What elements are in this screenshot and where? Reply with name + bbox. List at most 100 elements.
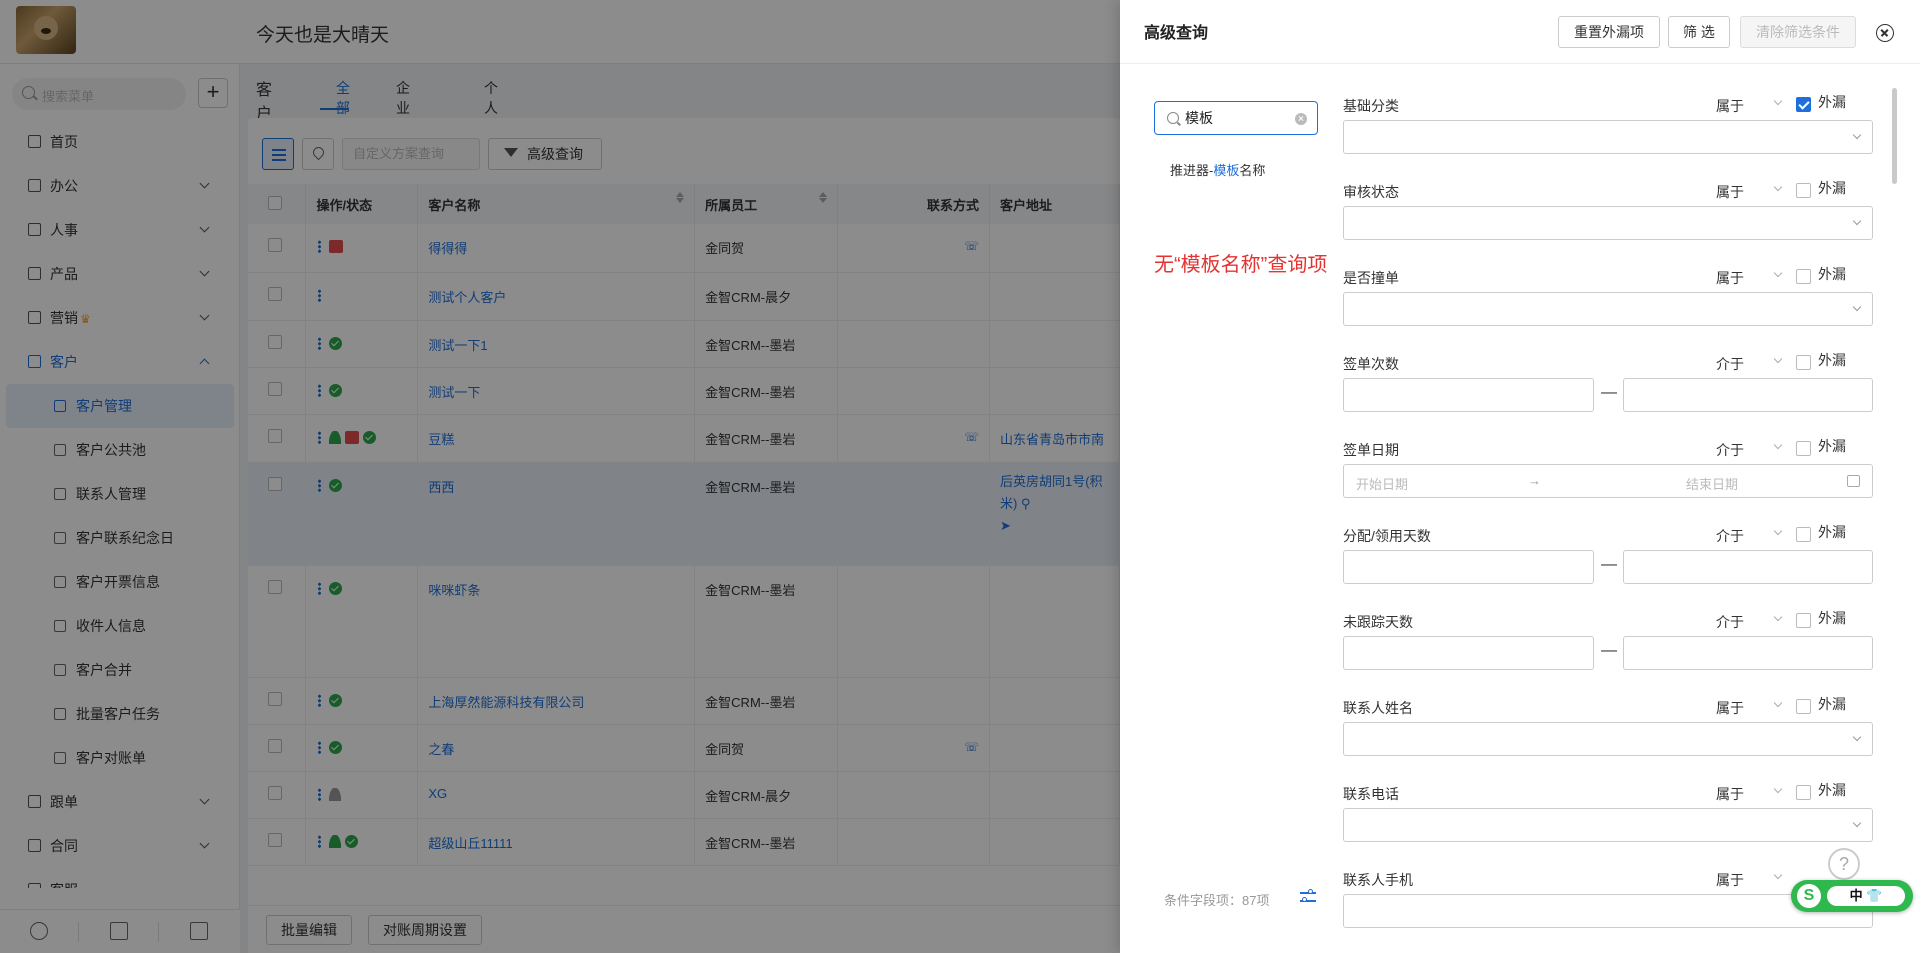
field-label: 签单日期	[1343, 442, 1399, 458]
chevron-down-icon	[1773, 440, 1783, 450]
operator-select[interactable]: 属于	[1716, 784, 1744, 804]
field-settings-icon[interactable]	[1300, 888, 1318, 906]
operator-select[interactable]: 介于	[1716, 526, 1744, 546]
drawer-scrollbar[interactable]	[1892, 88, 1897, 184]
advanced-query-drawer: 高级查询 重置外漏项 筛 选 清除筛选条件 推进器-模板名称 无“模板名称”查询…	[1120, 0, 1920, 953]
query-field: 签单次数 介于 外漏 —	[1343, 346, 1873, 432]
range-separator: —	[1601, 642, 1617, 659]
result-prefix: 推进器-	[1170, 163, 1214, 178]
field-label: 签单次数	[1343, 356, 1399, 372]
search-icon	[1167, 112, 1179, 124]
range-separator: —	[1601, 556, 1617, 573]
operator-select[interactable]: 介于	[1716, 612, 1744, 632]
field-label: 联系人姓名	[1343, 700, 1413, 716]
field-search-input[interactable]	[1154, 101, 1318, 135]
range-max-input[interactable]	[1623, 636, 1873, 670]
operator-select[interactable]: 介于	[1716, 354, 1744, 374]
field-label: 联系人手机	[1343, 872, 1413, 888]
chevron-down-icon	[1852, 302, 1862, 312]
chevron-down-icon	[1852, 818, 1862, 828]
exposed-label: 外漏	[1818, 524, 1846, 540]
query-field: 审核状态 属于 外漏	[1343, 174, 1873, 260]
exposed-label: 外漏	[1818, 782, 1846, 798]
exposed-checkbox[interactable]	[1796, 441, 1811, 456]
range-min-input[interactable]	[1343, 636, 1594, 670]
query-field: 签单日期 介于 外漏 开始日期 → 结束日期	[1343, 432, 1873, 518]
field-search-text[interactable]	[1185, 108, 1285, 128]
input-method-widget[interactable]: S 中 👕	[1791, 880, 1913, 912]
operator-select[interactable]: 属于	[1716, 182, 1744, 202]
query-field: 基础分类 属于 外漏	[1343, 88, 1873, 174]
operator-select[interactable]: 属于	[1716, 268, 1744, 288]
exposed-label: 外漏	[1818, 438, 1846, 454]
modal-overlay[interactable]	[0, 0, 1120, 953]
exposed-label: 外漏	[1818, 352, 1846, 368]
calendar-icon	[1847, 475, 1860, 487]
chevron-down-icon	[1773, 870, 1783, 880]
field-label: 联系电话	[1343, 786, 1399, 802]
help-icon[interactable]: ?	[1828, 848, 1860, 880]
chevron-down-icon	[1852, 130, 1862, 140]
exposed-label: 外漏	[1818, 696, 1846, 712]
date-range-picker[interactable]: 开始日期 → 结束日期	[1343, 464, 1873, 498]
field-label: 未跟踪天数	[1343, 614, 1413, 630]
exposed-checkbox[interactable]	[1796, 785, 1811, 800]
annotation-note: 无“模板名称”查询项	[1154, 254, 1328, 276]
field-label: 审核状态	[1343, 184, 1399, 200]
range-max-input[interactable]	[1623, 378, 1873, 412]
exposed-checkbox[interactable]	[1796, 269, 1811, 284]
chevron-down-icon	[1852, 732, 1862, 742]
value-select[interactable]	[1343, 206, 1873, 240]
clear-input-icon[interactable]	[1295, 113, 1307, 125]
field-count: 条件字段项：87项	[1164, 893, 1270, 908]
exposed-checkbox[interactable]	[1796, 97, 1811, 112]
result-highlight: 模板	[1213, 163, 1240, 178]
field-label: 是否撞单	[1343, 270, 1399, 286]
ime-status: 中 👕	[1827, 886, 1905, 906]
range-min-input[interactable]	[1343, 378, 1594, 412]
range-max-input[interactable]	[1623, 550, 1873, 584]
slider-knob	[1302, 897, 1307, 902]
operator-select[interactable]: 属于	[1716, 870, 1744, 890]
search-result-item[interactable]: 推进器-模板名称	[1170, 160, 1265, 179]
chevron-down-icon	[1773, 96, 1783, 106]
reset-exposed-button[interactable]: 重置外漏项	[1558, 16, 1660, 48]
exposed-label: 外漏	[1818, 180, 1846, 196]
range-separator: —	[1601, 384, 1617, 401]
chevron-down-icon	[1773, 268, 1783, 278]
value-select[interactable]	[1343, 120, 1873, 154]
result-suffix: 名称	[1239, 163, 1266, 178]
operator-select[interactable]: 介于	[1716, 440, 1744, 460]
query-field: 联系人姓名 属于 外漏	[1343, 690, 1873, 776]
filter-button[interactable]: 筛 选	[1668, 16, 1730, 48]
chevron-down-icon	[1852, 216, 1862, 226]
chevron-down-icon	[1773, 612, 1783, 622]
end-date-placeholder: 结束日期	[1686, 477, 1739, 492]
query-field: 是否撞单 属于 外漏	[1343, 260, 1873, 346]
exposed-checkbox[interactable]	[1796, 699, 1811, 714]
drawer-title: 高级查询	[1144, 25, 1209, 42]
chevron-down-icon	[1773, 182, 1783, 192]
query-field: 未跟踪天数 介于 外漏 —	[1343, 604, 1873, 690]
start-date-placeholder: 开始日期	[1356, 477, 1409, 492]
operator-select[interactable]: 属于	[1716, 698, 1744, 718]
value-select[interactable]	[1343, 722, 1873, 756]
value-select[interactable]	[1343, 808, 1873, 842]
query-field: 分配/领用天数 介于 外漏 —	[1343, 518, 1873, 604]
slider-knob	[1308, 889, 1313, 894]
operator-select[interactable]: 属于	[1716, 96, 1744, 116]
arrow-right-icon: →	[1528, 473, 1541, 488]
drawer-header: 高级查询 重置外漏项 筛 选 清除筛选条件	[1120, 0, 1920, 64]
value-select[interactable]	[1343, 292, 1873, 326]
clear-filters-button[interactable]: 清除筛选条件	[1740, 16, 1856, 48]
exposed-checkbox[interactable]	[1796, 527, 1811, 542]
chevron-down-icon	[1773, 354, 1783, 364]
close-icon[interactable]	[1876, 24, 1894, 42]
exposed-checkbox[interactable]	[1796, 183, 1811, 198]
ime-logo-icon: S	[1797, 884, 1821, 908]
exposed-checkbox[interactable]	[1796, 355, 1811, 370]
range-min-input[interactable]	[1343, 550, 1594, 584]
query-field: 联系人手机 属于	[1343, 862, 1873, 952]
exposed-label: 外漏	[1818, 610, 1846, 626]
exposed-checkbox[interactable]	[1796, 613, 1811, 628]
